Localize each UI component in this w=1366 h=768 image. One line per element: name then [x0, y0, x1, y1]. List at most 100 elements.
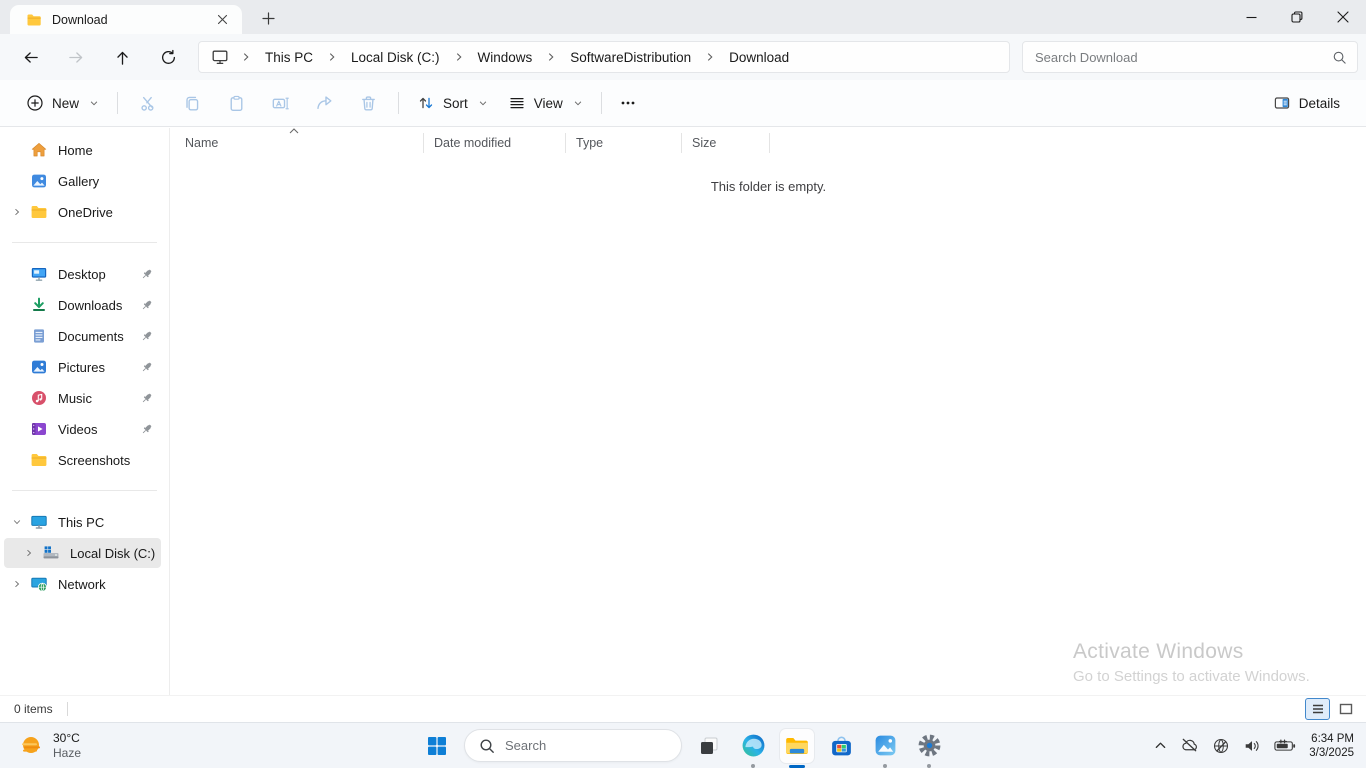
new-button-label: New [52, 96, 79, 111]
sidebar-item-downloads[interactable]: Downloads [4, 290, 161, 320]
paste-button[interactable] [214, 85, 258, 121]
clock[interactable]: 6:34 PM 3/3/2025 [1304, 732, 1360, 760]
activate-windows-watermark: Activate Windows Go to Settings to activ… [1073, 640, 1310, 685]
pin-icon [139, 267, 155, 282]
refresh-button[interactable] [146, 39, 190, 75]
pictures-icon [30, 358, 48, 376]
column-separator [769, 133, 770, 153]
location-monitor-icon[interactable] [205, 44, 235, 70]
column-header-date-modified[interactable]: Date modified [423, 133, 565, 153]
close-button[interactable] [1320, 0, 1366, 34]
breadcrumb-local-disk[interactable]: Local Disk (C:) [343, 46, 448, 69]
explorer-search-input[interactable] [1035, 50, 1332, 65]
copy-button[interactable] [170, 85, 214, 121]
task-view-button[interactable] [692, 729, 726, 763]
restore-button[interactable] [1274, 0, 1320, 34]
chevron-right-icon[interactable] [4, 206, 30, 218]
column-header-type[interactable]: Type [565, 133, 681, 153]
breadcrumb[interactable]: This PC Local Disk (C:) Windows Software… [198, 41, 1010, 73]
forward-button[interactable] [54, 39, 98, 75]
column-header-name[interactable]: Name [171, 133, 423, 153]
music-icon [30, 389, 48, 407]
tray-chevron-up-icon[interactable] [1149, 730, 1172, 762]
toolbar-divider [398, 92, 399, 114]
empty-folder-message: This folder is empty. [171, 179, 1366, 194]
microsoft-store-button[interactable] [824, 729, 858, 763]
volume-icon[interactable] [1238, 730, 1266, 762]
chevron-down-icon[interactable] [4, 516, 30, 528]
address-bar: This PC Local Disk (C:) Windows Software… [0, 34, 1366, 80]
videos-icon [30, 420, 48, 438]
sidebar-item-local-disk-c[interactable]: Local Disk (C:) [4, 538, 161, 568]
breadcrumb-software-distribution[interactable]: SoftwareDistribution [562, 46, 699, 69]
pin-icon [139, 360, 155, 375]
file-explorer-window: Download [0, 0, 1366, 722]
network-icon [30, 575, 48, 593]
up-button[interactable] [100, 39, 144, 75]
desktop-icon [30, 265, 48, 283]
weather-widget[interactable]: 30°C Haze [12, 723, 87, 768]
sidebar-item-home[interactable]: Home [4, 135, 161, 165]
system-tray: 6:34 PM 3/3/2025 [1149, 723, 1360, 768]
running-indicator [883, 764, 887, 768]
sort-button[interactable]: Sort [407, 87, 498, 119]
file-explorer-button[interactable] [780, 729, 814, 763]
share-button[interactable] [302, 85, 346, 121]
cut-button[interactable] [126, 85, 170, 121]
rename-button[interactable] [258, 85, 302, 121]
sidebar-item-desktop[interactable]: Desktop [4, 259, 161, 289]
explorer-tab[interactable]: Download [10, 5, 242, 34]
sidebar-item-screenshots[interactable]: Screenshots [4, 445, 161, 475]
back-button[interactable] [8, 39, 52, 75]
start-button[interactable] [420, 729, 454, 763]
sidebar-item-network[interactable]: Network [4, 569, 161, 599]
view-button[interactable]: View [498, 87, 593, 119]
status-divider [67, 702, 68, 716]
sort-button-label: Sort [443, 96, 468, 111]
more-options-button[interactable] [610, 85, 646, 121]
battery-charging-icon[interactable] [1269, 730, 1301, 762]
breadcrumb-download[interactable]: Download [721, 46, 797, 69]
chevron-right-icon [235, 50, 257, 64]
chevron-right-icon[interactable] [16, 547, 42, 559]
documents-icon [30, 327, 48, 345]
chevron-right-icon [321, 50, 343, 64]
large-icons-view-toggle[interactable] [1333, 698, 1358, 720]
details-view-toggle[interactable] [1305, 698, 1330, 720]
settings-button[interactable] [912, 729, 946, 763]
taskbar-search-label: Search [505, 738, 546, 753]
sidebar-item-music[interactable]: Music [4, 383, 161, 413]
sidebar-item-onedrive[interactable]: OneDrive [4, 197, 161, 227]
sidebar-item-this-pc[interactable]: This PC [4, 507, 161, 537]
details-pane-button[interactable]: Details [1263, 87, 1350, 119]
explorer-search-box[interactable] [1022, 41, 1358, 73]
new-button[interactable]: New [16, 87, 109, 119]
sidebar-divider [12, 242, 157, 243]
new-tab-button[interactable] [256, 6, 280, 30]
network-no-internet-icon[interactable] [1207, 730, 1235, 762]
delete-button[interactable] [346, 85, 390, 121]
column-header-size[interactable]: Size [681, 133, 769, 153]
home-icon [30, 141, 48, 159]
breadcrumb-windows[interactable]: Windows [470, 46, 541, 69]
tab-close-icon[interactable] [210, 8, 234, 32]
chevron-right-icon[interactable] [4, 578, 30, 590]
pin-icon [139, 298, 155, 313]
sidebar-item-gallery[interactable]: Gallery [4, 166, 161, 196]
sidebar-item-documents[interactable]: Documents [4, 321, 161, 351]
breadcrumb-this-pc[interactable]: This PC [257, 46, 321, 69]
search-icon[interactable] [1332, 50, 1347, 65]
sidebar-item-videos[interactable]: Videos [4, 414, 161, 444]
window-body: Home Gallery OneDrive [0, 128, 1366, 695]
taskbar-search[interactable]: Search [464, 729, 682, 762]
edge-browser-button[interactable] [736, 729, 770, 763]
navigation-pane: Home Gallery OneDrive [0, 128, 170, 695]
taskbar: 30°C Haze Search [0, 722, 1366, 768]
clock-time: 6:34 PM [1309, 732, 1354, 746]
tab-title: Download [52, 13, 200, 27]
hazy-sun-icon [18, 733, 44, 759]
sidebar-item-pictures[interactable]: Pictures [4, 352, 161, 382]
onedrive-cloud-off-icon[interactable] [1175, 730, 1204, 762]
photos-button[interactable] [868, 729, 902, 763]
minimize-button[interactable] [1228, 0, 1274, 34]
